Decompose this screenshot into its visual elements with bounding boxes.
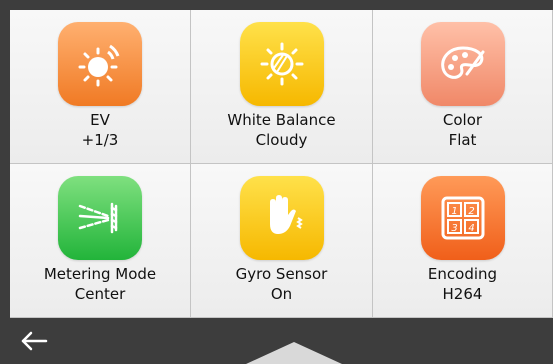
white-balance-tile[interactable]: White Balance Cloudy xyxy=(191,10,373,164)
gyro-sensor-value: On xyxy=(270,285,293,303)
ev-value: +1/3 xyxy=(81,131,119,149)
color-value: Flat xyxy=(448,131,477,149)
encoding-grid-label-3: 3 xyxy=(451,223,457,234)
palette-icon xyxy=(420,22,505,106)
color-label: Color xyxy=(442,111,483,129)
bottom-bar xyxy=(0,318,553,364)
metering-icon xyxy=(58,176,142,260)
white-balance-icon xyxy=(239,22,324,106)
encoding-grid-label-2: 2 xyxy=(468,206,474,217)
metering-mode-tile[interactable]: Metering Mode Center xyxy=(10,164,191,318)
white-balance-label: White Balance xyxy=(227,111,336,129)
ev-label: EV xyxy=(90,111,110,129)
gyro-hand-icon xyxy=(239,176,324,260)
ev-tile[interactable]: EV +1/3 xyxy=(10,10,191,164)
metering-mode-label: Metering Mode xyxy=(43,265,157,283)
white-balance-value: Cloudy xyxy=(255,131,308,149)
encoding-grid-label-1: 1 xyxy=(451,206,457,217)
gyro-sensor-tile[interactable]: Gyro Sensor On xyxy=(191,164,373,318)
color-tile[interactable]: Color Flat xyxy=(373,10,553,164)
back-arrow-icon[interactable] xyxy=(14,326,54,356)
encoding-grid-icon: 1 2 3 4 xyxy=(420,176,505,260)
encoding-grid-label-4: 4 xyxy=(468,223,474,234)
expand-up-icon[interactable] xyxy=(246,342,342,364)
encoding-value: H264 xyxy=(442,285,483,303)
sun-icon xyxy=(58,22,142,106)
settings-grid: EV +1/3 White Balance Cloudy Color Flat … xyxy=(10,10,553,318)
encoding-label: Encoding xyxy=(427,265,498,283)
metering-mode-value: Center xyxy=(74,285,126,303)
gyro-sensor-label: Gyro Sensor xyxy=(235,265,328,283)
encoding-tile[interactable]: 1 2 3 4 Encoding H264 xyxy=(373,164,553,318)
